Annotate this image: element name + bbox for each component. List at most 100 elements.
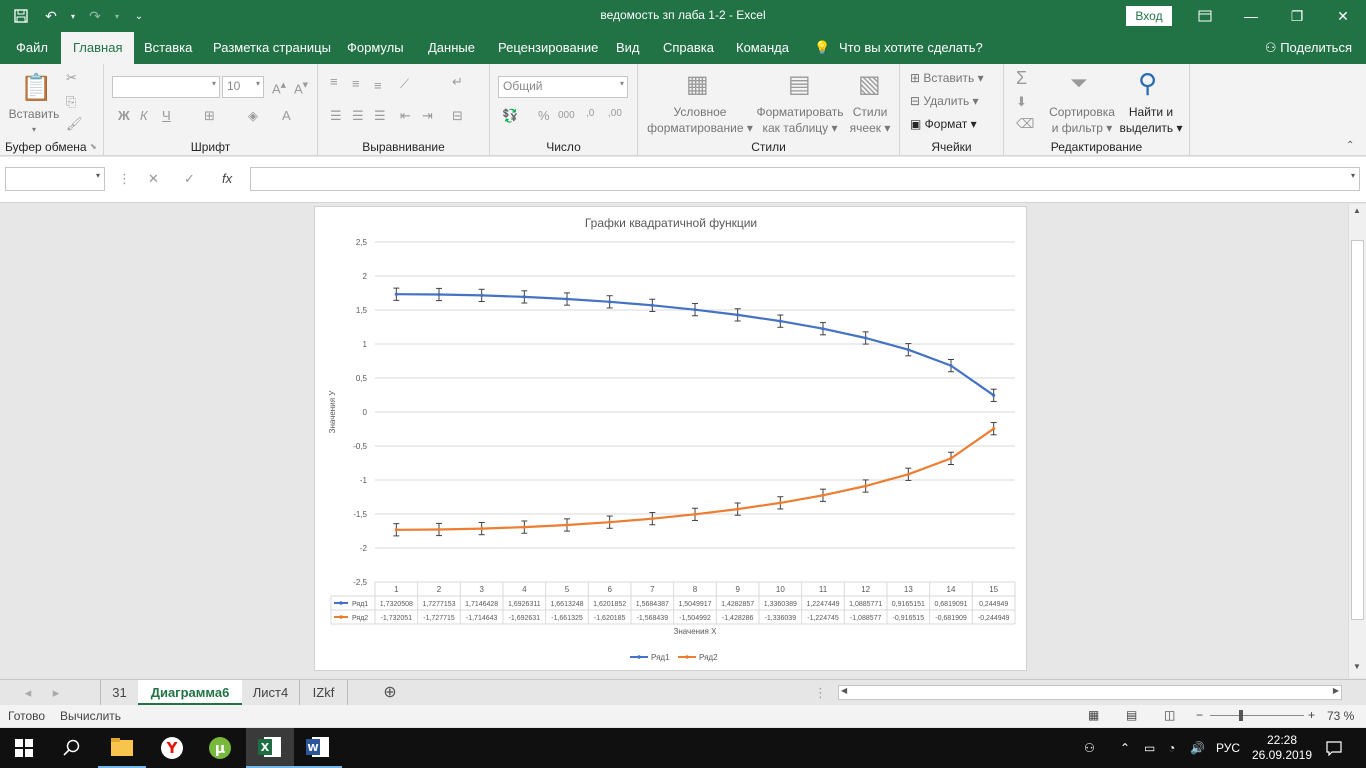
- clock[interactable]: 22:28 26.09.2019: [1252, 728, 1312, 768]
- tab-help[interactable]: Справка: [661, 32, 716, 64]
- prev-sheet-icon[interactable]: ◂: [20, 680, 36, 705]
- login-button[interactable]: Вход: [1126, 6, 1172, 26]
- conditional-formatting-button[interactable]: Условное форматирование ▾: [644, 104, 756, 136]
- people-icon[interactable]: ⚇: [1084, 728, 1095, 768]
- insert-cells-button[interactable]: ⊞ Вставить ▾: [910, 70, 984, 86]
- tab-insert[interactable]: Вставка: [142, 32, 194, 64]
- windows-start-icon[interactable]: [0, 728, 48, 768]
- align-right-icon[interactable]: ☰: [374, 108, 386, 124]
- underline-button[interactable]: Ч: [162, 108, 171, 123]
- currency-format-icon[interactable]: 💱: [502, 108, 518, 124]
- tab-review[interactable]: Рецензирование: [496, 32, 600, 64]
- align-bottom-icon[interactable]: ≡: [374, 78, 382, 93]
- font-size-select[interactable]: 10 ▾: [222, 76, 264, 98]
- yandex-browser-icon[interactable]: Y: [148, 728, 196, 768]
- ribbon-display-options-icon[interactable]: [1182, 0, 1228, 32]
- cell-styles-button[interactable]: Стили ячеек ▾: [846, 104, 894, 136]
- format-painter-icon[interactable]: 🖌: [66, 116, 83, 132]
- increase-indent-icon[interactable]: ⇥: [422, 108, 433, 124]
- tab-home[interactable]: Главная: [61, 32, 135, 64]
- delete-cells-button[interactable]: ⊟ Удалить ▾: [910, 93, 979, 109]
- find-select-button[interactable]: Найти и выделить ▾: [1118, 104, 1184, 136]
- close-icon[interactable]: ✕: [1320, 0, 1366, 32]
- tab-data[interactable]: Данные: [426, 32, 477, 64]
- split-handle-icon[interactable]: ⋮: [814, 680, 827, 705]
- scroll-up-icon[interactable]: ▲: [1353, 206, 1361, 215]
- number-format-select[interactable]: Общий ▾: [498, 76, 628, 98]
- zoom-level[interactable]: 73 %: [1327, 709, 1354, 723]
- minimize-icon[interactable]: —: [1228, 0, 1274, 32]
- format-cells-button[interactable]: ▣ Формат ▾: [910, 116, 977, 132]
- vertical-scrollbar[interactable]: ▲ ▼: [1348, 204, 1366, 678]
- wrap-text-icon[interactable]: ↵: [452, 74, 463, 90]
- borders-icon[interactable]: ⊞: [204, 108, 215, 124]
- utorrent-icon[interactable]: µ: [196, 728, 244, 768]
- status-calculate[interactable]: Вычислить: [60, 709, 121, 723]
- fill-icon[interactable]: ⬇: [1016, 94, 1027, 110]
- next-sheet-icon[interactable]: ▸: [48, 680, 64, 705]
- notification-icon[interactable]: [1326, 728, 1342, 768]
- page-layout-view-icon[interactable]: ▤: [1126, 708, 1137, 722]
- page-break-view-icon[interactable]: ◫: [1164, 708, 1175, 722]
- paste-icon[interactable]: 📋: [20, 72, 52, 103]
- excel-taskbar-icon[interactable]: X: [246, 728, 294, 768]
- battery-icon[interactable]: ▭: [1144, 728, 1155, 768]
- word-taskbar-icon[interactable]: W: [294, 728, 342, 768]
- insert-function-icon[interactable]: fx: [222, 171, 232, 186]
- tab-formulas[interactable]: Формулы: [345, 32, 406, 64]
- share-button[interactable]: ⚇ Поделиться: [1265, 32, 1352, 64]
- chart-area[interactable]: Графки квадратичной функции 2,5 2 1,5 1 0,5 0 -…: [314, 206, 1027, 671]
- copy-icon[interactable]: ⎘: [66, 94, 76, 110]
- cancel-entry-icon[interactable]: ✕: [148, 171, 159, 187]
- align-top-icon[interactable]: ≡: [330, 74, 338, 89]
- font-color-icon[interactable]: A: [282, 108, 291, 123]
- zoom-slider[interactable]: [1210, 715, 1304, 716]
- align-left-icon[interactable]: ☰: [330, 108, 342, 124]
- sheet-tab-diagram6[interactable]: Диаграмма6: [138, 680, 242, 705]
- decrease-indent-icon[interactable]: ⇤: [400, 108, 411, 124]
- search-icon[interactable]: [48, 728, 96, 768]
- align-center-icon[interactable]: ☰: [352, 108, 364, 124]
- sheet-tab-31[interactable]: 31: [100, 680, 138, 705]
- confirm-entry-icon[interactable]: ✓: [184, 171, 195, 187]
- sort-filter-button[interactable]: Сортировка и фильтр ▾: [1046, 104, 1118, 136]
- collapse-ribbon-icon[interactable]: ⌃: [1346, 140, 1354, 151]
- orientation-icon[interactable]: ⟋: [400, 76, 409, 92]
- expand-formula-bar-icon[interactable]: ▾: [1351, 171, 1355, 180]
- align-middle-icon[interactable]: ≡: [352, 76, 360, 91]
- shrink-font-icon[interactable]: A▾: [294, 78, 308, 96]
- tab-file[interactable]: Файл: [14, 32, 50, 64]
- clipboard-launcher-icon[interactable]: ⬊: [90, 142, 97, 151]
- sheet-tab-list4[interactable]: Лист4: [242, 680, 300, 705]
- increase-decimal-icon[interactable]: ,0: [586, 108, 594, 119]
- paste-dropdown-icon[interactable]: ▾: [28, 122, 40, 138]
- tab-team[interactable]: Команда: [734, 32, 791, 64]
- add-sheet-icon[interactable]: ⊕: [380, 680, 400, 705]
- show-hidden-icons[interactable]: ⌃: [1120, 728, 1130, 768]
- paste-button[interactable]: Вставить: [6, 106, 62, 122]
- italic-button[interactable]: К: [140, 108, 148, 123]
- clear-icon[interactable]: ⌫: [1016, 116, 1034, 132]
- merge-center-icon[interactable]: ⊟: [452, 108, 463, 124]
- tab-page-layout[interactable]: Разметка страницы: [211, 32, 333, 64]
- restore-icon[interactable]: ❐: [1274, 0, 1320, 32]
- grow-font-icon[interactable]: A▴: [272, 78, 286, 96]
- zoom-in-icon[interactable]: +: [1308, 708, 1315, 722]
- tab-view[interactable]: Вид: [614, 32, 642, 64]
- file-explorer-icon[interactable]: [98, 728, 146, 768]
- comma-style-icon[interactable]: 000: [558, 110, 575, 121]
- name-box[interactable]: ▾: [5, 167, 105, 191]
- zoom-slider-thumb[interactable]: [1239, 710, 1243, 721]
- fill-color-icon[interactable]: ◈: [248, 108, 258, 124]
- scroll-thumb[interactable]: [1351, 240, 1364, 620]
- volume-icon[interactable]: 🔊: [1190, 728, 1205, 768]
- normal-view-icon[interactable]: ▦: [1088, 708, 1099, 722]
- scroll-right-icon[interactable]: ▶: [1333, 686, 1339, 695]
- sheet-tab-izkf[interactable]: IZkf: [300, 680, 348, 705]
- formula-input[interactable]: ▾: [250, 167, 1360, 191]
- decrease-decimal-icon[interactable]: ,00: [608, 108, 622, 119]
- format-as-table-button[interactable]: Форматировать как таблицу ▾: [754, 104, 846, 136]
- scroll-left-icon[interactable]: ◀: [841, 686, 847, 695]
- language-indicator[interactable]: РУС: [1216, 728, 1240, 768]
- autosum-icon[interactable]: Σ: [1016, 68, 1027, 89]
